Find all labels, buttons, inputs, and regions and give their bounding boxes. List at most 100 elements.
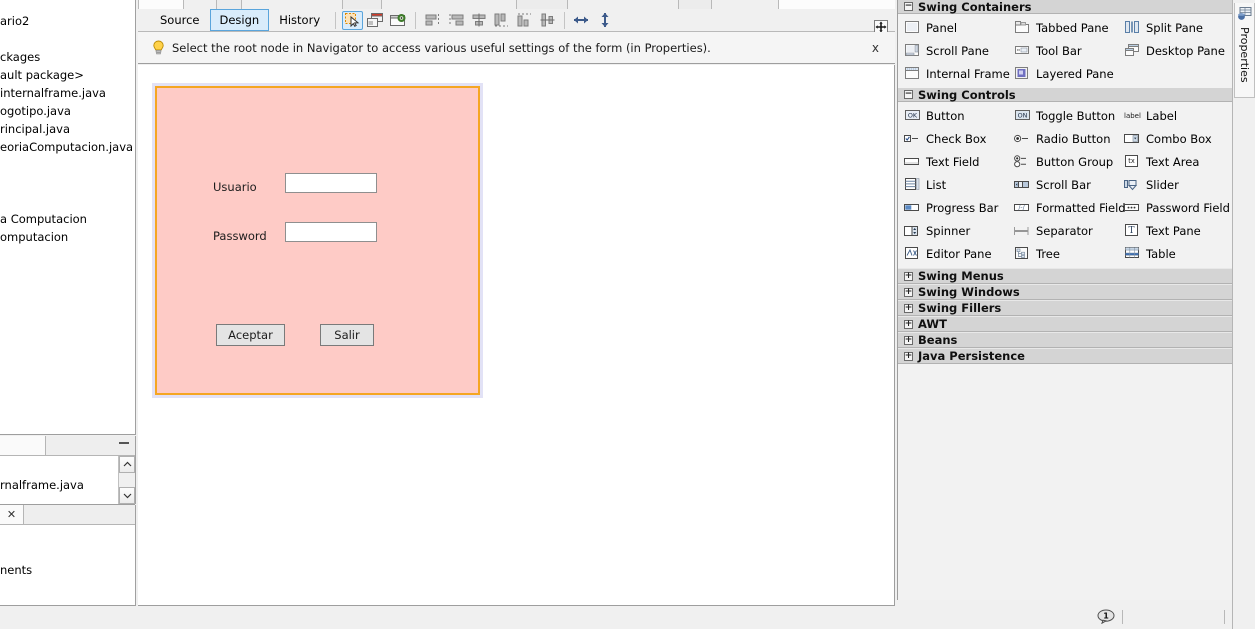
palette-item-split-pane[interactable]: Split Pane [1118, 16, 1228, 39]
editor-tab-stub[interactable] [678, 0, 712, 9]
palette-item-progress-bar[interactable]: Progress Bar [898, 196, 1008, 219]
minimize-icon[interactable] [119, 442, 129, 444]
palette-item-slider[interactable]: Slider [1118, 173, 1228, 196]
palette-item-spinner[interactable]: Spinner [898, 219, 1008, 242]
tree-item[interactable]: ckages [0, 48, 135, 66]
palette-section-java-persistence[interactable]: + Java Persistence [898, 348, 1232, 364]
palette-section-swing-menus[interactable]: + Swing Menus [898, 268, 1232, 284]
tree-item[interactable]: rincipal.java [0, 120, 135, 138]
scroll-up-icon[interactable] [119, 456, 135, 473]
palette-item-button[interactable]: OK Button [898, 104, 1008, 127]
align-center-vertical-icon[interactable] [537, 11, 558, 30]
tree-item-label: eoriaComputacion.java [0, 140, 134, 154]
expand-toggle-icon[interactable]: + [904, 287, 913, 297]
design-canvas[interactable]: Usuario Password Aceptar Salir [138, 65, 895, 606]
tree-item-label: omputacion [0, 230, 69, 244]
palette-item-table[interactable]: Table [1118, 242, 1228, 265]
palette-item-button-group[interactable]: Button Group [1008, 150, 1118, 173]
tab-design[interactable]: Design [209, 9, 270, 31]
palette-item-panel[interactable]: Panel [898, 16, 1008, 39]
align-bottom-icon[interactable] [514, 11, 535, 30]
palette-item-layered-pane[interactable]: Layered Pane [1008, 62, 1118, 85]
palette-item-text-area[interactable]: tx Text Area [1118, 150, 1228, 173]
palette-section-title: Swing Containers [918, 0, 1032, 14]
status-bar-divider [1224, 610, 1225, 624]
palette-section-title: Swing Fillers [918, 301, 1002, 315]
palette-section-awt[interactable]: + AWT [898, 316, 1232, 332]
palette-item-desktop-pane[interactable]: Desktop Pane [1118, 39, 1228, 62]
scroll-down-icon[interactable] [119, 487, 135, 504]
files-panel-body[interactable]: rnalframe.java [0, 456, 135, 505]
expand-toggle-icon[interactable]: + [904, 271, 913, 281]
editor-tab-stub[interactable] [342, 0, 382, 9]
selection-mode-icon[interactable] [342, 10, 364, 30]
navigator-close-button[interactable]: ✕ [0, 505, 24, 524]
tab-history[interactable]: History [269, 9, 330, 31]
palette-item-spacer [1118, 62, 1228, 85]
palette-section-swing-fillers[interactable]: + Swing Fillers [898, 300, 1232, 316]
palette-item-scroll-pane[interactable]: Scroll Pane [898, 39, 1008, 62]
resize-width-icon[interactable] [571, 11, 592, 30]
align-left-icon[interactable] [422, 11, 443, 30]
palette-item-tree[interactable]: Tree [1008, 242, 1118, 265]
files-panel-tab[interactable] [0, 436, 46, 455]
expand-toggle-icon[interactable]: + [904, 335, 913, 345]
expand-toggle-icon[interactable]: + [904, 319, 913, 329]
password-field[interactable] [285, 222, 377, 242]
tree-item-selected[interactable]: ogotipo.java [0, 102, 135, 120]
preview-design-icon[interactable] [388, 11, 409, 30]
collapse-toggle-icon[interactable]: − [904, 2, 913, 11]
tree-item[interactable]: omputacion [0, 228, 135, 246]
editor-tab-stub-active[interactable] [778, 0, 895, 9]
aceptar-button[interactable]: Aceptar [216, 324, 285, 346]
editor-tab-stub[interactable] [138, 0, 184, 9]
tree-item[interactable]: eoriaComputacion.java [0, 138, 135, 156]
palette-item-text-pane[interactable]: T Text Pane [1118, 219, 1228, 242]
usuario-field[interactable] [285, 173, 377, 193]
expand-toggle-icon[interactable]: + [904, 351, 913, 361]
salir-button[interactable]: Salir [320, 324, 374, 346]
files-panel-scrollbar[interactable] [118, 456, 135, 504]
palette-item-label[interactable]: label Label [1118, 104, 1228, 127]
palette-item-editor-pane[interactable]: Editor Pane [898, 242, 1008, 265]
hint-close-button[interactable]: x [872, 41, 879, 55]
resize-height-icon[interactable] [594, 11, 615, 30]
palette-section-swing-windows[interactable]: + Swing Windows [898, 284, 1232, 300]
palette-item-tabbed-pane[interactable]: Tabbed Pane [1008, 16, 1118, 39]
notification-balloon-icon[interactable]: 1 [1096, 609, 1116, 624]
palette-item-scroll-bar[interactable]: Scroll Bar [1008, 173, 1118, 196]
editor-tab-stub[interactable] [516, 0, 568, 9]
palette-section-beans[interactable]: + Beans [898, 332, 1232, 348]
tree-item[interactable]: internalframe.java [0, 84, 135, 102]
palette-section-swing-controls-header[interactable]: − Swing Controls [898, 88, 1232, 102]
palette-item-list[interactable]: List [898, 173, 1008, 196]
palette-item-password-field[interactable]: Password Field [1118, 196, 1230, 219]
tab-label: Design [219, 13, 260, 27]
tab-source[interactable]: Source [150, 9, 210, 31]
connection-mode-icon[interactable] [365, 11, 386, 30]
properties-dock-tab[interactable]: Properties [1234, 3, 1255, 98]
tree-item[interactable]: a Computacion [0, 210, 135, 228]
palette-item-check-box[interactable]: Check Box [898, 127, 1008, 150]
palette-item-radio-button[interactable]: Radio Button [1008, 127, 1118, 150]
navigator-panel-body[interactable]: nents [0, 525, 135, 606]
palette-item-combo-box[interactable]: Combo Box [1118, 127, 1228, 150]
palette-item-tool-bar[interactable]: Tool Bar [1008, 39, 1118, 62]
projects-tree[interactable]: ario2 ckages ault package> internalframe… [0, 0, 136, 435]
palette-item-toggle-button[interactable]: ON Toggle Button [1008, 104, 1118, 127]
login-form-panel[interactable]: Usuario Password Aceptar Salir [155, 86, 480, 395]
palette-item-formatted-field[interactable]: /-/ Formatted Field [1008, 196, 1126, 219]
palette-item-text-field[interactable]: Text Field [898, 150, 1008, 173]
palette-section-swing-containers-header[interactable]: − Swing Containers [898, 0, 1232, 14]
align-top-icon[interactable] [491, 11, 512, 30]
tree-item[interactable]: ario2 [0, 12, 135, 30]
align-center-horizontal-icon[interactable] [468, 11, 489, 30]
collapse-toggle-icon[interactable]: − [904, 90, 913, 99]
status-bar [0, 607, 1232, 629]
palette-item-internal-frame[interactable]: Internal Frame [898, 62, 1010, 85]
palette-item-separator[interactable]: Separator [1008, 219, 1118, 242]
tree-item[interactable]: ault package> [0, 66, 135, 84]
align-right-icon[interactable] [445, 11, 466, 30]
editor-tab-stub[interactable] [216, 0, 242, 9]
expand-toggle-icon[interactable]: + [904, 303, 913, 313]
